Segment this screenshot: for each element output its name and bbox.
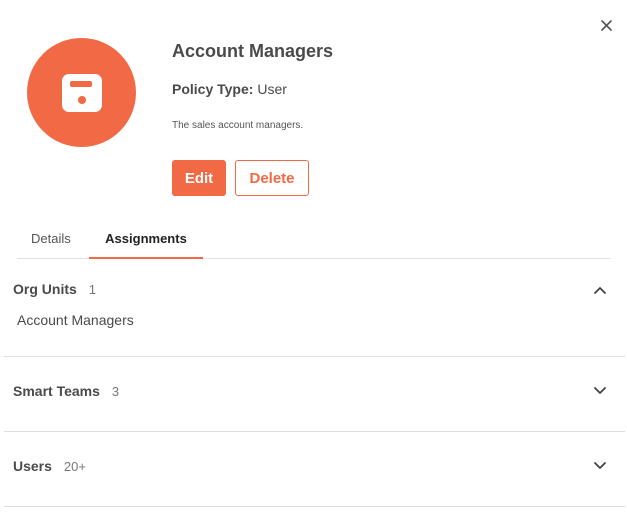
tab-assignments[interactable]: Assignments — [89, 220, 203, 259]
chevron-up-icon — [594, 287, 606, 294]
close-icon — [600, 19, 612, 31]
tab-bar: Details Assignments — [17, 220, 611, 259]
section-users-count: 20+ — [63, 459, 86, 474]
section-users-name: Users — [13, 458, 52, 474]
delete-button[interactable]: Delete — [235, 160, 309, 196]
section-org-units-toggle[interactable] — [592, 282, 608, 298]
list-item: Account Managers — [17, 312, 134, 328]
avatar — [27, 38, 136, 147]
section-smart-teams-name: Smart Teams — [13, 383, 100, 399]
section-divider — [4, 506, 625, 507]
policy-description: The sales account managers. — [172, 120, 304, 131]
section-org-units-name: Org Units — [13, 281, 77, 297]
section-divider — [4, 356, 625, 357]
section-smart-teams-count: 3 — [111, 384, 120, 399]
tab-details[interactable]: Details — [31, 220, 71, 257]
close-button[interactable] — [596, 15, 616, 35]
edit-button[interactable]: Edit — [172, 160, 226, 196]
page-title: Account Managers — [172, 41, 334, 61]
section-users-toggle[interactable] — [592, 458, 608, 474]
section-org-units-header[interactable]: Org Units 1 — [13, 281, 96, 297]
section-org-units-count: 1 — [88, 282, 97, 297]
section-smart-teams-toggle[interactable] — [592, 383, 608, 399]
section-users-header[interactable]: Users 20+ — [13, 458, 86, 474]
floppy-disk-icon — [61, 73, 102, 112]
section-smart-teams-header[interactable]: Smart Teams 3 — [13, 383, 119, 399]
chevron-down-icon — [594, 387, 606, 394]
policy-detail-panel: Account Managers Policy Type: User The s… — [0, 0, 627, 512]
chevron-down-icon — [594, 462, 606, 469]
section-divider — [4, 431, 625, 432]
policy-type-value: User — [257, 81, 287, 97]
policy-type: Policy Type: User — [172, 81, 287, 97]
policy-type-label: Policy Type: — [172, 81, 254, 97]
